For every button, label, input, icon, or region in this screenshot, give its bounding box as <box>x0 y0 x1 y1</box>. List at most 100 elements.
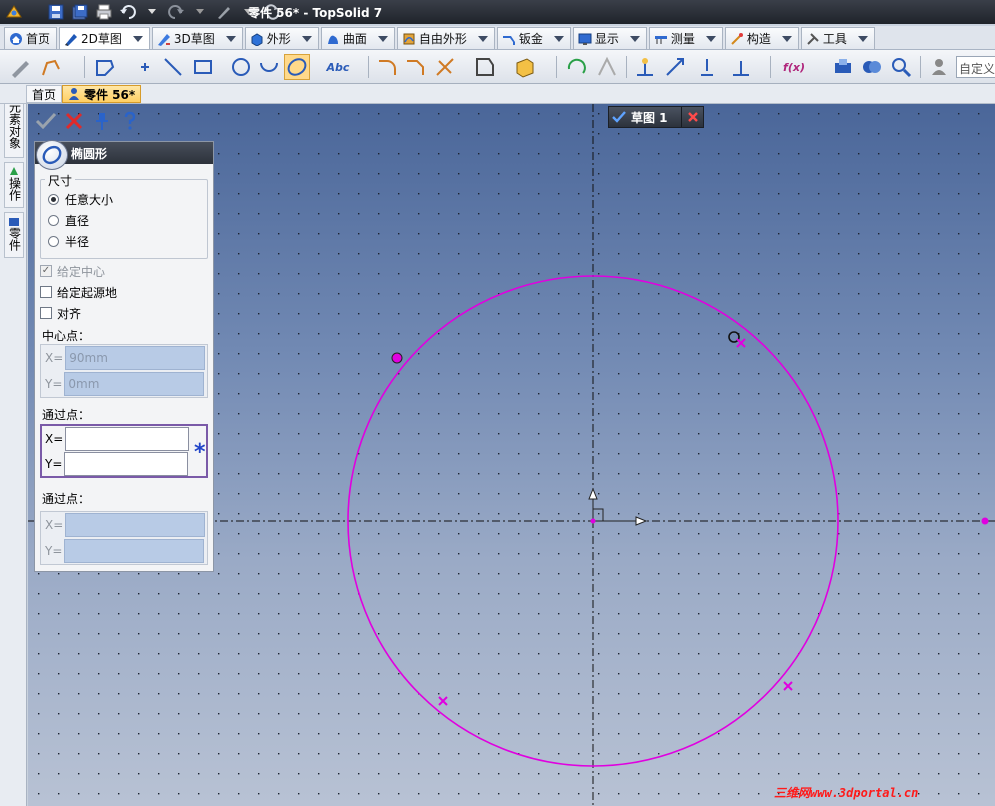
checkbox[interactable] <box>40 307 52 319</box>
pass-point-fields: X= Y= <box>40 424 208 478</box>
radio-radius[interactable]: 半径 <box>48 233 89 249</box>
project-icon[interactable] <box>512 54 538 80</box>
checkbox[interactable] <box>40 286 52 298</box>
undo-dropdown-icon[interactable] <box>142 3 162 21</box>
side-tab-parts[interactable]: 零件 <box>4 212 24 258</box>
tab-tools[interactable]: 工具 <box>800 27 875 49</box>
inspect-icon[interactable] <box>858 54 884 80</box>
save-icon[interactable] <box>46 3 66 21</box>
tab-2d-sketch[interactable]: 2D草图 <box>59 27 150 49</box>
point-icon[interactable] <box>132 54 158 80</box>
mirror-icon[interactable] <box>594 54 620 80</box>
tab-shape[interactable]: 外形 <box>244 27 319 49</box>
tab-home[interactable]: 首页 <box>4 27 58 49</box>
center-point-fields: X= Y= <box>40 344 208 398</box>
chevron-down-icon[interactable] <box>132 35 143 42</box>
fillet-icon[interactable] <box>374 54 400 80</box>
parameters-icon[interactable] <box>830 54 856 80</box>
pass-point-marker[interactable] <box>391 352 403 364</box>
pin-icon[interactable] <box>90 110 114 132</box>
tools-icon <box>807 32 819 45</box>
radio-button[interactable] <box>48 193 59 205</box>
chevron-down-icon[interactable] <box>377 35 388 42</box>
rectangle-icon[interactable] <box>190 54 216 80</box>
chevron-down-icon[interactable] <box>705 35 716 42</box>
check-given-origin[interactable]: 给定起源地 <box>40 284 117 300</box>
save-all-icon[interactable] <box>70 3 90 21</box>
doc-tab-home[interactable]: 首页 <box>26 85 63 103</box>
tab-surface[interactable]: 曲面 <box>320 27 395 49</box>
chevron-down-icon[interactable] <box>301 35 312 42</box>
dimension-icon[interactable] <box>662 54 688 80</box>
chevron-down-icon[interactable] <box>477 35 488 42</box>
close-icon[interactable] <box>681 107 703 127</box>
window-title: 零件 56* - TopSolid 7 <box>248 6 383 20</box>
check-given-center[interactable]: ✓ 给定中心 <box>40 263 105 279</box>
chevron-down-icon[interactable] <box>225 35 236 42</box>
chevron-down-icon[interactable] <box>629 35 640 42</box>
center-y-field[interactable] <box>64 372 205 396</box>
chevron-down-icon[interactable] <box>781 35 792 42</box>
pass2-y-field[interactable] <box>64 539 205 563</box>
constraint-icon[interactable] <box>632 54 658 80</box>
redo-icon[interactable] <box>166 3 186 21</box>
line-icon[interactable] <box>160 54 186 80</box>
perpendicular-icon[interactable] <box>728 54 754 80</box>
tab-3d-sketch[interactable]: 3D草图 <box>151 27 243 49</box>
radio-button[interactable] <box>48 235 59 247</box>
center-x-field[interactable] <box>65 346 206 370</box>
tab-measure[interactable]: 测量 <box>648 27 723 49</box>
doc-tab-part[interactable]: 零件 56* <box>62 85 142 103</box>
side-tab-operations[interactable]: 操作 <box>4 162 24 208</box>
tab-freeform[interactable]: 自由外形 <box>396 27 495 49</box>
pass2-x-field[interactable] <box>65 513 206 537</box>
text-tool-button[interactable]: Abc <box>322 54 354 80</box>
vertical-constraint-icon[interactable] <box>694 54 720 80</box>
print-icon[interactable] <box>94 3 114 21</box>
pass-y-field[interactable] <box>64 452 189 476</box>
chevron-down-icon[interactable] <box>553 35 564 42</box>
chamfer-icon[interactable] <box>402 54 428 80</box>
arc-icon[interactable] <box>256 54 282 80</box>
pass-x-field[interactable] <box>65 427 190 451</box>
radio-diameter[interactable]: 直径 <box>48 212 89 228</box>
app-menu-icon[interactable] <box>4 3 24 21</box>
help-icon[interactable] <box>118 110 142 132</box>
undo-icon[interactable] <box>118 3 138 21</box>
side-strip: 元素对象 操作 零件 <box>0 84 27 806</box>
dialog-title: 椭圆形 <box>71 146 108 161</box>
chevron-down-icon[interactable] <box>857 35 868 42</box>
radio-label: 任意大小 <box>65 192 114 207</box>
tab-sheetmetal[interactable]: 钣金 <box>496 27 571 49</box>
ellipse-tool-icon[interactable] <box>284 54 310 80</box>
zoom-icon[interactable] <box>888 54 914 80</box>
ok-check-icon[interactable] <box>34 110 58 132</box>
function-button[interactable]: f(x) <box>778 54 810 80</box>
checkbox[interactable]: ✓ <box>40 265 52 277</box>
offset-icon[interactable] <box>472 54 498 80</box>
pen-icon[interactable] <box>214 3 234 21</box>
tab-construct[interactable]: 构造 <box>724 27 799 49</box>
rotate-icon[interactable] <box>564 54 590 80</box>
cancel-x-icon[interactable] <box>62 110 86 132</box>
profile-icon[interactable] <box>38 54 64 80</box>
side-tab-label: 操作 <box>7 177 22 201</box>
ribbon-tabs: 首页 2D草图 3D草图 外形 曲面 自由外形 钣金 显示 测量 构造 工具 <box>0 26 995 50</box>
custom-field[interactable]: 自定义 <box>956 56 995 78</box>
check-align[interactable]: 对齐 <box>40 305 81 321</box>
circle-icon[interactable] <box>228 54 254 80</box>
radio-any-size[interactable]: 任意大小 <box>48 191 113 207</box>
radio-button[interactable] <box>48 214 59 226</box>
pencil-3d-icon <box>157 33 170 46</box>
user-icon[interactable] <box>928 54 954 80</box>
document-tabs: 首页 零件 56* <box>0 84 995 104</box>
redo-dropdown-icon[interactable] <box>190 3 210 21</box>
axis-end-point[interactable] <box>981 517 989 525</box>
pass-point-label: 通过点： <box>42 408 91 422</box>
measure-icon <box>654 35 667 44</box>
check-icon[interactable] <box>609 111 629 123</box>
sketch-pen-icon[interactable] <box>8 54 34 80</box>
polyline-icon[interactable] <box>92 54 118 80</box>
trim-icon[interactable] <box>432 54 458 80</box>
tab-display[interactable]: 显示 <box>572 27 647 49</box>
